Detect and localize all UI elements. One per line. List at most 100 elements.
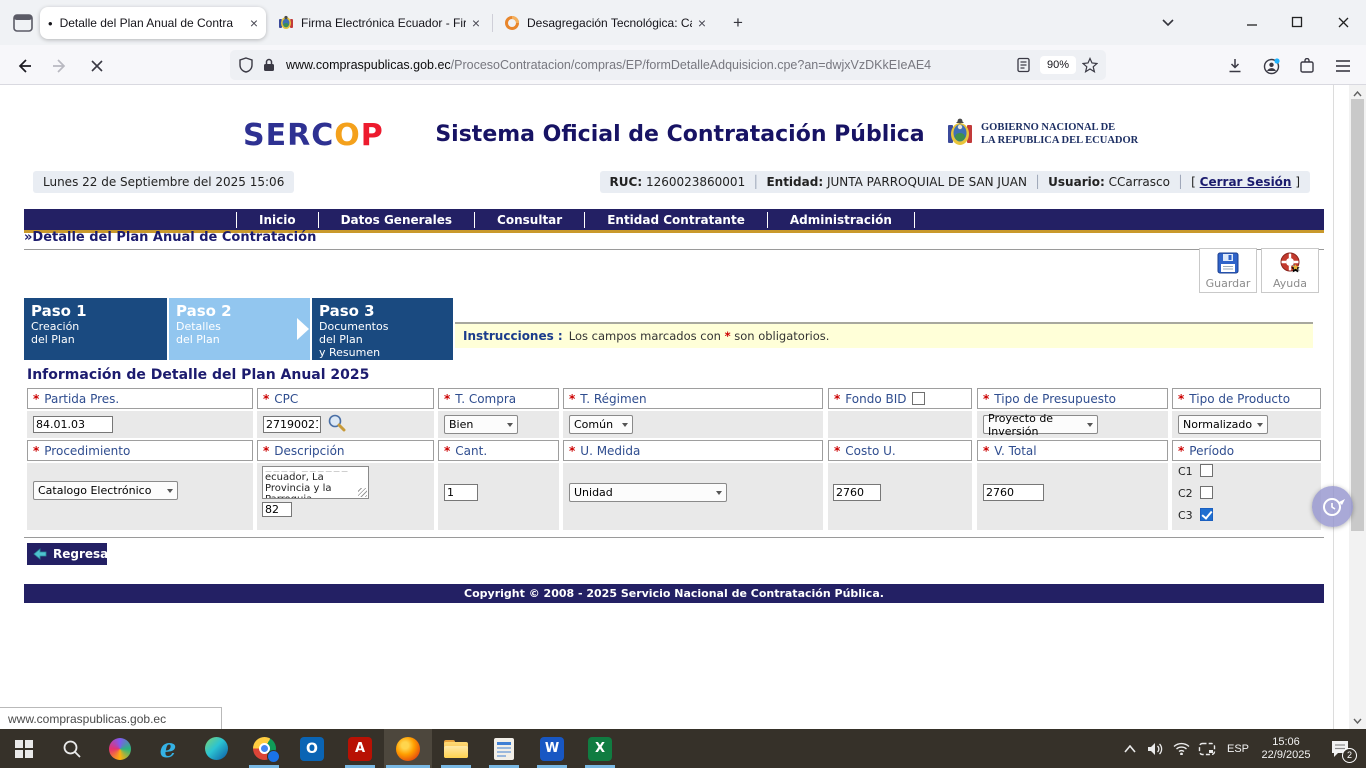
t-regimen-select[interactable]: Común — [569, 415, 633, 434]
internet-explorer-icon[interactable]: e — [144, 729, 192, 768]
tab-title: Detalle del Plan Anual de Contra — [60, 16, 244, 30]
costo-u-input[interactable] — [833, 484, 881, 501]
tray-wifi-icon[interactable] — [1168, 729, 1194, 768]
start-button[interactable] — [0, 729, 48, 768]
action-center-icon[interactable]: 2 — [1320, 729, 1360, 768]
menu-item-administracion[interactable]: Administración — [767, 212, 915, 228]
menu-item-consultar[interactable]: Consultar — [474, 212, 584, 228]
address-bar[interactable]: www.compraspublicas.gob.ec/ProcesoContra… — [230, 50, 1106, 80]
logout-link[interactable]: Cerrar Sesión — [1200, 175, 1292, 189]
step-paso-2-active[interactable]: Paso 2 Detalles del Plan — [169, 298, 310, 360]
list-all-tabs-icon[interactable] — [1160, 14, 1176, 30]
tab-detalle-plan[interactable]: • Detalle del Plan Anual de Contra × — [40, 7, 266, 39]
document-app-icon[interactable] — [480, 729, 528, 768]
tray-show-hidden-icons[interactable] — [1118, 729, 1142, 768]
tray-clock[interactable]: 15:06 22/9/2025 — [1255, 729, 1317, 768]
window-close-button[interactable] — [1328, 10, 1358, 34]
forward-button[interactable] — [47, 53, 73, 79]
menu-item-inicio[interactable]: Inicio — [236, 212, 318, 228]
tab-close-icon[interactable]: × — [472, 16, 480, 30]
menu-item-entidad-contratante[interactable]: Entidad Contratante — [584, 212, 767, 228]
chevron-down-icon — [622, 423, 628, 427]
periodo-c2-checkbox[interactable] — [1200, 486, 1213, 499]
bookmark-star-icon[interactable] — [1082, 57, 1098, 73]
acrobat-icon[interactable]: A — [336, 729, 384, 768]
zoom-level-indicator[interactable]: 90% — [1040, 56, 1076, 74]
usuario-label: Usuario: — [1048, 175, 1105, 189]
tipo-presupuesto-select[interactable]: Proyecto de Inversión — [983, 415, 1098, 434]
header-tipo-presupuesto: *Tipo de Presupuesto — [977, 388, 1168, 409]
t-compra-select[interactable]: Bien — [444, 415, 518, 434]
window-minimize-button[interactable] — [1237, 10, 1267, 34]
tray-language-indicator[interactable]: ESP — [1222, 729, 1254, 768]
tipo-producto-select[interactable]: Normalizado — [1178, 415, 1268, 434]
guardar-label: Guardar — [1206, 277, 1251, 290]
chrome-icon[interactable] — [240, 729, 288, 768]
breadcrumb: »Detalle del Plan Anual de Contratación — [24, 230, 1324, 250]
lock-icon[interactable] — [262, 57, 278, 73]
window-maximize-button[interactable] — [1282, 10, 1312, 34]
tab-close-icon[interactable]: × — [698, 16, 706, 30]
excel-icon[interactable]: X — [576, 729, 624, 768]
scroll-down-arrow[interactable] — [1349, 712, 1366, 729]
extensions-icon[interactable] — [1294, 53, 1320, 79]
outlook-icon[interactable]: O — [288, 729, 336, 768]
taskbar-search-icon[interactable] — [48, 729, 96, 768]
step-paso-3[interactable]: Paso 3 Documentos del Plan y Resumen — [312, 298, 453, 360]
url-text[interactable]: www.compraspublicas.gob.ec/ProcesoContra… — [286, 58, 1008, 72]
descripcion-textarea[interactable]: ‒‒‒‒ ‒‒‒‒‒‒ ‒‒ ecuador, La Provincia y l… — [262, 466, 369, 499]
tab-desagregacion[interactable]: Desagregación Tecnológica: Cál × — [496, 7, 714, 39]
step-paso-1[interactable]: Paso 1 Creación del Plan — [24, 298, 167, 360]
cpc-input[interactable] — [263, 416, 321, 433]
v-total-input[interactable] — [983, 484, 1044, 501]
new-tab-button[interactable]: + — [726, 12, 750, 36]
instructions-label: Instrucciones : — [463, 329, 563, 343]
tray-device-icon[interactable] — [1194, 729, 1220, 768]
tab-title: Firma Electrónica Ecuador - Firm — [301, 16, 466, 30]
tab-close-icon[interactable]: × — [250, 16, 258, 30]
periodo-c3-checkbox[interactable] — [1200, 508, 1213, 521]
tracking-shield-icon[interactable] — [238, 57, 254, 73]
fondo-bid-checkbox[interactable] — [912, 392, 925, 405]
chevron-down-icon — [1087, 423, 1093, 427]
tab-modified-dot: • — [48, 16, 53, 31]
tray-volume-icon[interactable] — [1142, 729, 1168, 768]
downloads-icon[interactable] — [1222, 53, 1248, 79]
copilot-icon[interactable] — [96, 729, 144, 768]
textarea-resize-handle[interactable] — [358, 488, 367, 497]
menu-item-datos-generales[interactable]: Datos Generales — [318, 212, 474, 228]
firefox-icon-active[interactable] — [384, 729, 432, 768]
tab-firma-electronica[interactable]: Firma Electrónica Ecuador - Firm × — [270, 7, 488, 39]
tray-date: 22/9/2025 — [1262, 749, 1311, 762]
menu-hamburger-icon[interactable] — [1330, 53, 1356, 79]
cpc-search-magnifier-icon[interactable] — [327, 413, 346, 432]
ayuda-button[interactable]: Ayuda — [1261, 248, 1319, 293]
stop-loading-icon[interactable] — [84, 53, 110, 79]
screen: • Detalle del Plan Anual de Contra × Fir… — [0, 0, 1366, 768]
descripcion-code-input[interactable] — [262, 502, 292, 517]
descripcion-visible-text: ecuador, La Provincia y la Parroquia. — [265, 472, 366, 499]
file-explorer-icon[interactable] — [432, 729, 480, 768]
url-domain: www.compraspublicas.gob.ec — [286, 58, 451, 72]
guardar-button[interactable]: Guardar — [1199, 248, 1257, 293]
partida-pres-input[interactable] — [33, 416, 113, 433]
procedimiento-select[interactable]: Catalogo Electrónico — [33, 481, 178, 500]
step-arrow-icon — [297, 318, 309, 340]
ruc-value: 1260023860001 — [646, 175, 745, 189]
reader-mode-icon[interactable] — [1016, 57, 1032, 73]
scrollbar-thumb[interactable] — [1351, 99, 1364, 531]
floating-timer-widget[interactable] — [1312, 486, 1353, 527]
cant-input[interactable] — [444, 484, 478, 501]
back-button[interactable] — [11, 53, 37, 79]
edge-icon[interactable] — [192, 729, 240, 768]
account-icon[interactable] — [1258, 53, 1284, 79]
section-title: Información de Detalle del Plan Anual 20… — [27, 367, 369, 383]
tray-time: 15:06 — [1272, 736, 1300, 749]
firefox-view-icon[interactable] — [12, 12, 34, 34]
periodo-c1-checkbox[interactable] — [1200, 464, 1213, 477]
periodo-c1-label: C1 — [1178, 465, 1193, 478]
word-icon[interactable]: W — [528, 729, 576, 768]
usuario-value: CCarrasco — [1109, 175, 1170, 189]
regresar-button[interactable]: Regresar — [27, 543, 107, 565]
u-medida-select[interactable]: Unidad — [569, 483, 727, 502]
